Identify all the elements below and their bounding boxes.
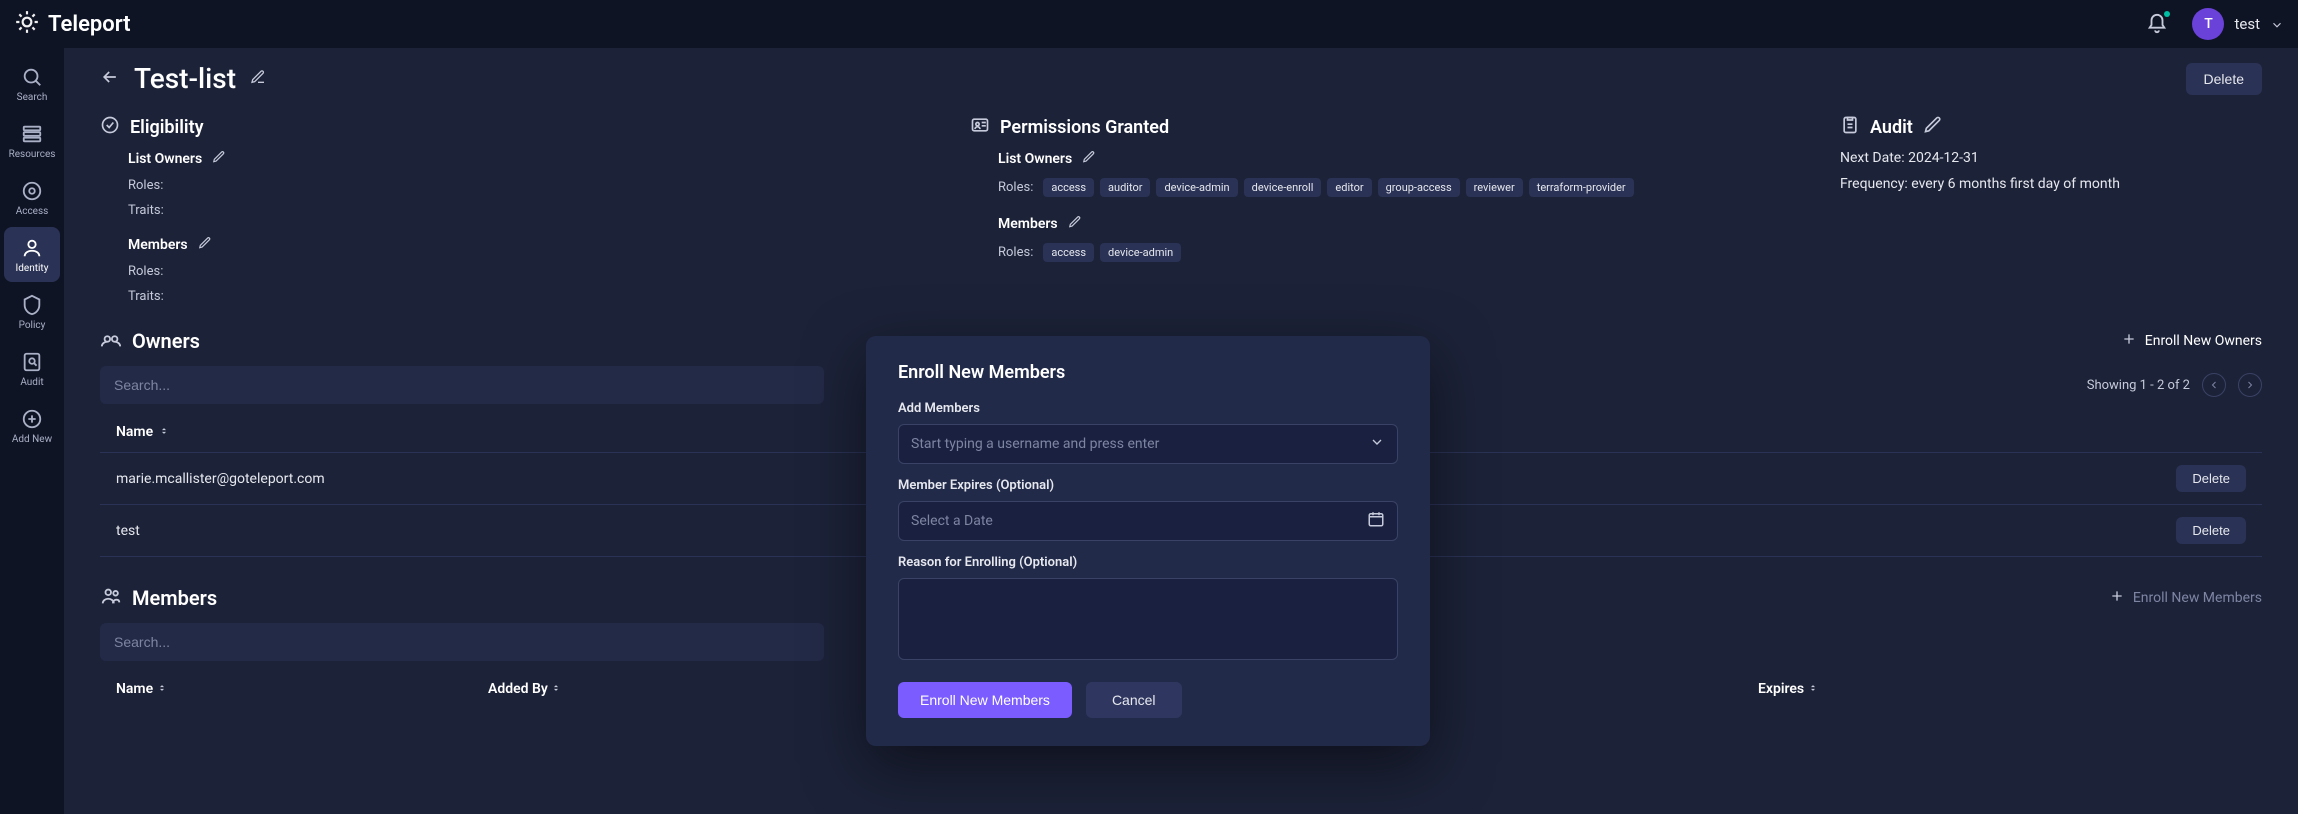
member-expires-label: Member Expires (Optional) <box>898 478 1398 493</box>
modal-title: Enroll New Members <box>898 362 1398 383</box>
add-members-placeholder: Start typing a username and press enter <box>911 436 1159 452</box>
reason-textarea[interactable] <box>898 578 1398 660</box>
enroll-members-modal: Enroll New Members Add Members Start typ… <box>866 336 1430 746</box>
calendar-icon <box>1367 510 1385 532</box>
chevron-down-icon <box>1369 434 1385 454</box>
reason-label: Reason for Enrolling (Optional) <box>898 555 1398 570</box>
member-expires-placeholder: Select a Date <box>911 513 993 529</box>
member-expires-field[interactable]: Select a Date <box>898 501 1398 541</box>
add-members-label: Add Members <box>898 401 1398 416</box>
add-members-field[interactable]: Start typing a username and press enter <box>898 424 1398 464</box>
enroll-submit-button[interactable]: Enroll New Members <box>898 682 1072 718</box>
modal-overlay: Enroll New Members Add Members Start typ… <box>0 0 2298 814</box>
cancel-button[interactable]: Cancel <box>1086 682 1182 718</box>
